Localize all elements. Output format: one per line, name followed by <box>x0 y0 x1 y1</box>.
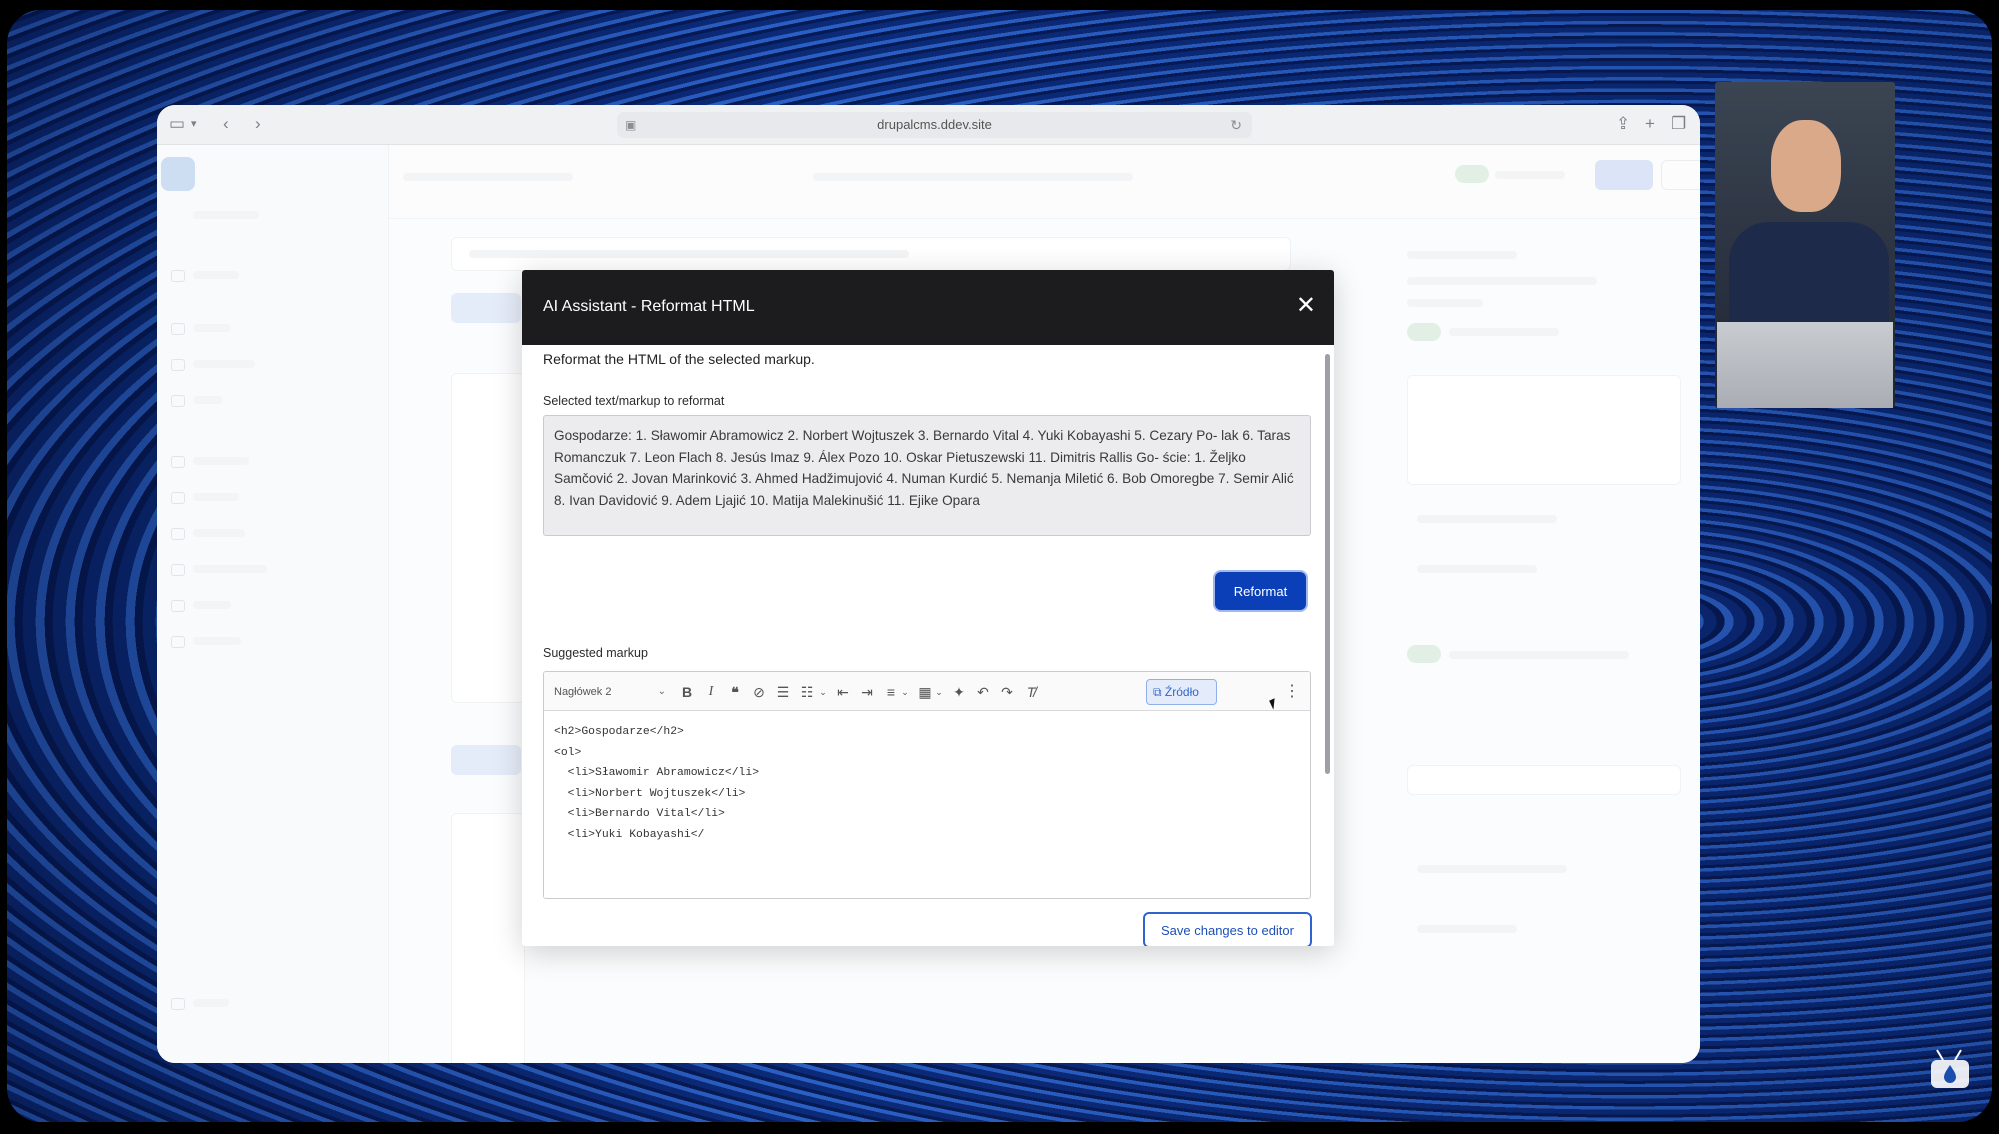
source-code-area[interactable]: <h2>Gospodarze</h2> <ol> <li>Sławomir Abr… <box>544 711 1310 898</box>
video-frame: ▭ ▾ ‹ › ▣ drupalcms.ddev.site ↻ ⇪ + ❐ AI… <box>7 10 1992 1122</box>
editor-toolbar: Nagłówek 2 ⌄ B I ❝ ⊘ ☰ ☷ ⌄ ⇤ ⇥ ≡ ⌄ ▦ ⌄ ✦… <box>544 672 1310 711</box>
selected-text-area[interactable]: Gospodarze: 1. Sławomir Abramowicz 2. No… <box>543 415 1311 536</box>
ai-assistant-icon[interactable]: ✦ <box>948 681 970 703</box>
heading-select-value: Nagłówek 2 <box>554 686 612 698</box>
browser-toolbar: ▭ ▾ ‹ › ▣ drupalcms.ddev.site ↻ ⇪ + ❐ <box>157 105 1700 145</box>
undo-icon[interactable]: ↶ <box>972 681 994 703</box>
quote-icon[interactable]: ❝ <box>724 681 746 703</box>
modal-header: AI Assistant - Reformat HTML ✕ <box>522 270 1334 345</box>
url-text: drupalcms.ddev.site <box>877 117 992 132</box>
code-line: <li>Sławomir Abramowicz</li> <box>554 767 760 779</box>
webcam-overlay <box>1715 82 1895 408</box>
outdent-icon[interactable]: ⇤ <box>832 681 854 703</box>
link-icon[interactable]: ⊘ <box>748 681 770 703</box>
source-icon: ⧉ <box>1153 685 1165 699</box>
address-bar[interactable]: ▣ drupalcms.ddev.site ↻ <box>617 112 1252 138</box>
forward-icon[interactable]: › <box>255 114 261 134</box>
bold-icon[interactable]: B <box>676 681 698 703</box>
chevron-down-icon[interactable]: ⌄ <box>928 681 950 703</box>
code-line: <ol> <box>554 746 582 759</box>
presenter-head <box>1771 120 1841 212</box>
indent-icon[interactable]: ⇥ <box>856 681 878 703</box>
source-button[interactable]: ⧉ Źródło <box>1146 679 1217 705</box>
heading-select[interactable]: Nagłówek 2 ⌄ <box>554 681 666 703</box>
close-icon[interactable]: ✕ <box>1296 292 1316 320</box>
new-tab-icon[interactable]: + <box>1645 114 1655 134</box>
tv-drop-logo-icon <box>1931 1049 1969 1088</box>
chevron-down-icon[interactable]: ▾ <box>191 114 197 134</box>
shield-icon: ▣ <box>625 118 637 132</box>
ai-assistant-modal: AI Assistant - Reformat HTML ✕ Reformat … <box>522 270 1334 946</box>
remove-format-icon[interactable]: T̸ <box>1020 681 1042 703</box>
laptop-image <box>1717 322 1893 408</box>
code-line: <h2>Gospodarze</h2> <box>554 726 684 738</box>
modal-description: Reformat the HTML of the selected markup… <box>543 351 815 367</box>
sidebar-toggle-icon[interactable]: ▭ <box>169 114 185 134</box>
reformat-button[interactable]: Reformat <box>1215 572 1306 610</box>
chevron-down-icon: ⌄ <box>657 686 666 697</box>
save-changes-button[interactable]: Save changes to editor <box>1143 912 1312 946</box>
code-line: <li>Bernardo Vital</li> <box>554 808 725 820</box>
browser-window: ▭ ▾ ‹ › ▣ drupalcms.ddev.site ↻ ⇪ + ❐ AI… <box>157 105 1700 1063</box>
modal-title: AI Assistant - Reformat HTML <box>543 298 755 315</box>
more-options-icon[interactable]: ⋮ <box>1284 681 1300 701</box>
suggested-markup-editor[interactable]: Nagłówek 2 ⌄ B I ❝ ⊘ ☰ ☷ ⌄ ⇤ ⇥ ≡ ⌄ ▦ ⌄ ✦… <box>543 671 1311 899</box>
modal-scrollbar[interactable] <box>1325 354 1330 774</box>
tabs-overview-icon[interactable]: ❐ <box>1671 114 1686 134</box>
redo-icon[interactable]: ↷ <box>996 681 1018 703</box>
suggested-markup-label: Suggested markup <box>543 646 648 660</box>
code-line: <li>Yuki Kobayashi</ <box>554 828 705 841</box>
selected-text-label: Selected text/markup to reformat <box>543 394 725 408</box>
chevron-down-icon[interactable]: ⌄ <box>894 681 916 703</box>
back-icon[interactable]: ‹ <box>223 114 229 134</box>
source-label: Źródło <box>1164 685 1199 699</box>
italic-icon[interactable]: I <box>700 681 722 703</box>
share-icon[interactable]: ⇪ <box>1616 114 1630 134</box>
reload-icon[interactable]: ↻ <box>1230 112 1242 138</box>
chevron-down-icon[interactable]: ⌄ <box>812 681 834 703</box>
code-line: <li>Norbert Wojtuszek</li> <box>554 787 746 800</box>
bulleted-list-icon[interactable]: ☰ <box>772 681 794 703</box>
